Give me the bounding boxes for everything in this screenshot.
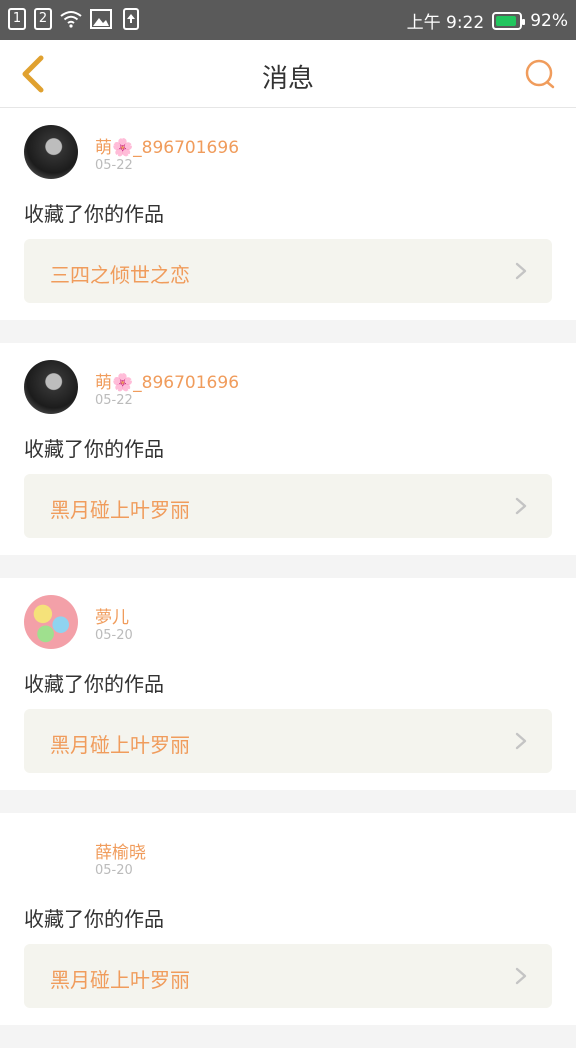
avatar[interactable] (24, 360, 78, 414)
work-link[interactable]: 三四之倾世之恋 (24, 239, 552, 303)
search-icon (525, 59, 555, 89)
battery-percent: 92% (530, 10, 568, 31)
notification-item: 夢儿 05-20 收藏了你的作品 黑月碰上叶罗丽 (0, 578, 576, 790)
notification-date: 05-20 (95, 628, 133, 643)
notification-action: 收藏了你的作品 (24, 907, 164, 931)
upload-icon (120, 8, 142, 30)
work-link[interactable]: 黑月碰上叶罗丽 (24, 709, 552, 773)
clock: 上午 9:22 (406, 13, 485, 33)
user-name[interactable]: 薛榆晓 (95, 838, 146, 863)
notification-action: 收藏了你的作品 (24, 672, 164, 696)
work-link[interactable]: 黑月碰上叶罗丽 (24, 944, 552, 1008)
avatar[interactable] (24, 595, 78, 649)
battery-icon (492, 11, 526, 30)
chevron-right-icon (515, 262, 527, 280)
work-link[interactable]: 黑月碰上叶罗丽 (24, 474, 552, 538)
status-left: 1 2 (8, 8, 142, 30)
status-right: 上午 9:22 92% (406, 8, 568, 34)
status-bar: 1 2 上午 9:22 92% (0, 0, 576, 40)
sim2-icon: 2 (34, 8, 52, 30)
user-name[interactable]: 萌🌸_896701696 (95, 133, 239, 158)
notification-action: 收藏了你的作品 (24, 202, 164, 226)
search-button[interactable] (520, 54, 560, 94)
app-header: 消息 (0, 40, 576, 108)
notification-date: 05-22 (95, 393, 133, 408)
page-title: 消息 (261, 64, 314, 94)
work-title: 黑月碰上叶罗丽 (50, 968, 190, 992)
notification-item: 薛榆晓 05-20 收藏了你的作品 黑月碰上叶罗丽 (0, 813, 576, 1025)
notification-date: 05-22 (95, 158, 133, 173)
user-name[interactable]: 萌🌸_896701696 (95, 368, 239, 393)
work-title: 黑月碰上叶罗丽 (50, 733, 190, 757)
notification-list: 萌🌸_896701696 05-22 收藏了你的作品 三四之倾世之恋 萌🌸_89… (0, 108, 576, 1048)
chevron-right-icon (515, 497, 527, 515)
avatar[interactable] (24, 125, 78, 179)
battery-fill (496, 15, 517, 26)
notification-item: 萌🌸_896701696 05-22 收藏了你的作品 三四之倾世之恋 (0, 108, 576, 320)
user-name[interactable]: 夢儿 (95, 603, 129, 628)
sim1-icon: 1 (8, 8, 26, 30)
work-title: 黑月碰上叶罗丽 (50, 498, 190, 522)
chevron-right-icon (515, 967, 527, 985)
work-title: 三四之倾世之恋 (50, 263, 190, 287)
notification-item: 萌🌸_896701696 05-22 收藏了你的作品 黑月碰上叶罗丽 (0, 343, 576, 555)
notification-action: 收藏了你的作品 (24, 437, 164, 461)
image-icon (90, 8, 112, 30)
avatar[interactable] (24, 830, 78, 884)
chevron-right-icon (515, 732, 527, 750)
notification-date: 05-20 (95, 863, 133, 878)
wifi-icon (60, 8, 82, 30)
